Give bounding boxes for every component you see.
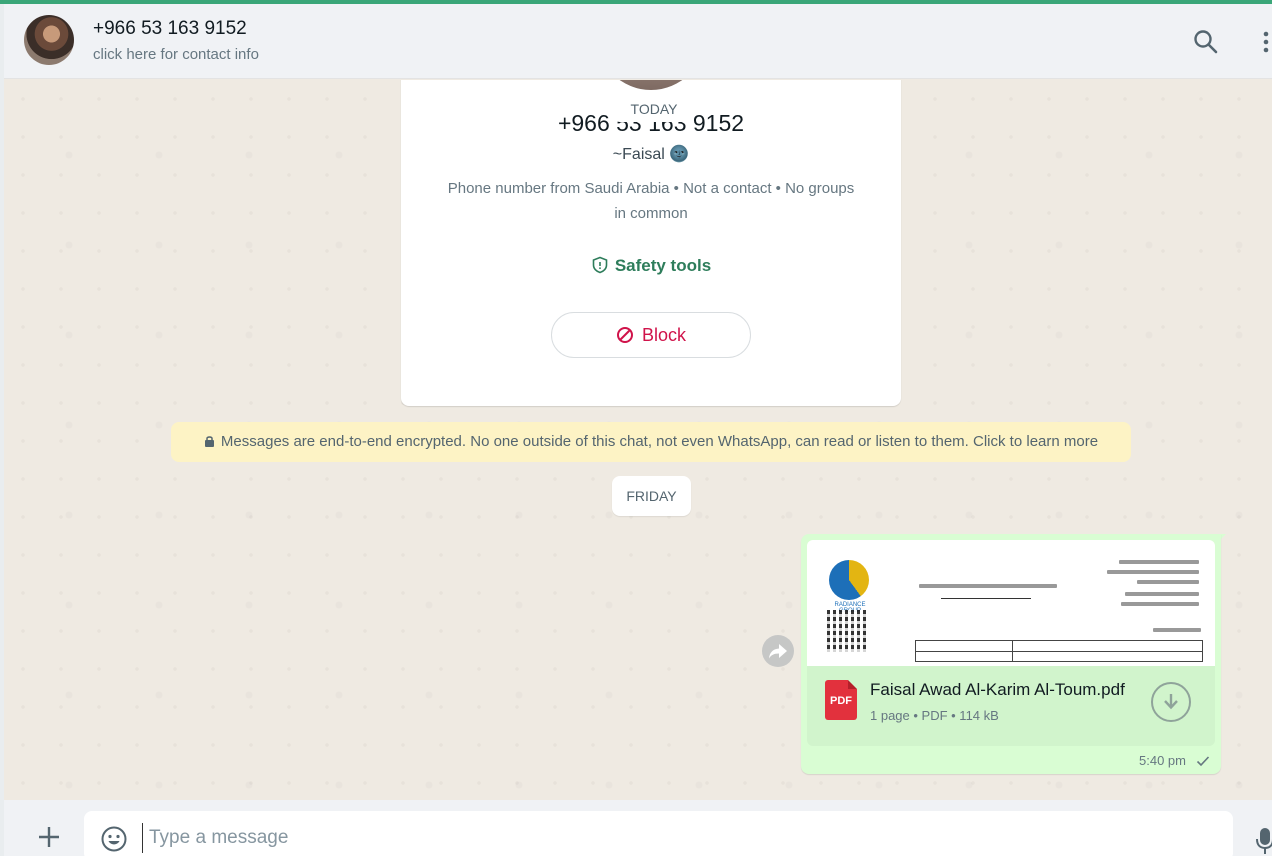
composer-bar xyxy=(4,800,1272,856)
file-attachment-row[interactable]: PDF Faisal Awad Al-Karim Al-Toum.pdf 1 p… xyxy=(807,666,1215,746)
contact-info-card: +966 53 163 9152 ~Faisal 🌚 Phone number … xyxy=(401,80,901,406)
attach-plus-icon[interactable] xyxy=(36,824,62,850)
block-label: Block xyxy=(641,325,686,345)
message-time: 5:40 pm xyxy=(1139,753,1186,768)
qr-code xyxy=(827,610,869,652)
doc-text-line xyxy=(919,584,1057,588)
safety-tools-button[interactable]: Safety tools xyxy=(401,256,901,276)
contact-info-hint[interactable]: click here for contact info xyxy=(93,46,259,63)
card-alias: ~Faisal 🌚 xyxy=(612,146,690,163)
encryption-notice-text: Messages are end-to-end encrypted. No on… xyxy=(220,433,1099,450)
doc-logo xyxy=(829,560,869,600)
file-name: Faisal Awad Al-Karim Al-Toum.pdf xyxy=(870,680,1125,699)
date-badge-today: TODAY xyxy=(614,96,694,122)
chat-area[interactable]: +966 53 163 9152 ~Faisal 🌚 Phone number … xyxy=(4,80,1272,800)
block-icon xyxy=(616,327,633,343)
emoji-icon[interactable] xyxy=(100,825,128,853)
document-preview[interactable]: RADIANCE GROUP xyxy=(807,540,1215,666)
doc-text-line xyxy=(1119,560,1199,564)
date-badge-friday: FRIDAY xyxy=(612,476,691,516)
card-avatar xyxy=(597,80,705,90)
message-input[interactable] xyxy=(142,823,1212,853)
chat-header[interactable]: +966 53 163 9152 click here for contact … xyxy=(4,4,1272,79)
doc-table xyxy=(915,640,1203,662)
message-composer[interactable] xyxy=(84,811,1233,856)
search-icon[interactable] xyxy=(1192,28,1220,56)
doc-underline xyxy=(941,598,1031,599)
microphone-icon[interactable] xyxy=(1256,824,1272,856)
sent-check-icon xyxy=(1196,754,1210,772)
shield-icon xyxy=(592,256,608,274)
doc-text-line xyxy=(1107,570,1199,574)
doc-text-line xyxy=(1125,592,1199,596)
download-icon[interactable] xyxy=(1151,682,1191,722)
doc-text-line xyxy=(1121,602,1199,606)
contact-name[interactable]: +966 53 163 9152 xyxy=(93,18,247,40)
outgoing-message-bubble[interactable]: RADIANCE GROUP PDF Faisal Awad Al-Karim … xyxy=(801,534,1221,774)
encryption-notice[interactable]: Messages are end-to-end encrypted. No on… xyxy=(171,422,1131,462)
lock-icon xyxy=(204,436,214,447)
doc-text-line xyxy=(1137,580,1199,584)
card-description: Phone number from Saudi Arabia • Not a c… xyxy=(447,180,855,222)
doc-text-line xyxy=(1153,628,1201,632)
forward-icon[interactable] xyxy=(762,635,794,667)
file-meta: 1 page • PDF • 114 kB xyxy=(870,708,999,723)
contact-avatar[interactable] xyxy=(24,15,74,65)
block-button[interactable]: Block xyxy=(551,312,751,358)
safety-tools-label: Safety tools xyxy=(614,256,712,275)
pdf-file-icon: PDF xyxy=(825,680,857,720)
menu-icon[interactable] xyxy=(1259,26,1272,58)
